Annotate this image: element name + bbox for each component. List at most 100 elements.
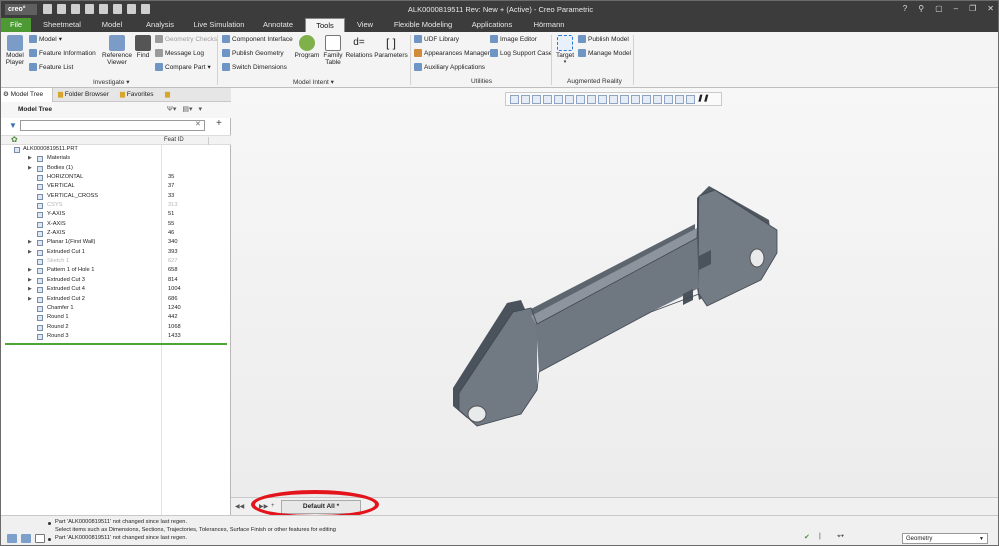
tab-folder-browser[interactable]: ▆ Folder Browser (56, 88, 114, 102)
expand-arrow-icon[interactable]: ▶ (28, 266, 32, 275)
settings-icon[interactable]: ▾ (199, 105, 203, 113)
expand-arrow-icon[interactable]: ▶ (28, 276, 32, 285)
show-icon[interactable]: ▤▾ (182, 105, 192, 113)
find-button[interactable]: Find (135, 35, 151, 59)
tree-item[interactable]: ▶ Bodies (1) (1, 164, 231, 173)
tree-item[interactable]: ▶ Planar 1(First Wall) 340 (1, 238, 231, 247)
appearances-manager-button[interactable]: Appearances Manager (414, 49, 490, 57)
tree-item[interactable]: Round 2 1068 (1, 323, 231, 332)
expand-arrow-icon[interactable]: ▶ (28, 164, 32, 173)
tab-annotate[interactable]: Annotate (257, 18, 299, 32)
restore-icon[interactable]: ▢ (935, 4, 943, 13)
tree-item[interactable]: VERTICAL 37 (1, 182, 231, 191)
tab-live-simulation[interactable]: Live Simulation (189, 18, 249, 32)
model-dropdown[interactable]: Model ▾ (29, 35, 62, 43)
switch-dimensions-button[interactable]: Switch Dimensions (222, 63, 287, 71)
tree-item[interactable]: ▶ Extruded Cut 2 686 (1, 295, 231, 304)
tree-item[interactable]: ▶ Extruded Cut 4 1004 (1, 285, 231, 294)
program-button[interactable]: Program (293, 35, 321, 59)
tab-favorites[interactable]: ▆ Favorites (118, 88, 160, 102)
tree-item[interactable]: ALK0000819511.PRT (1, 145, 231, 154)
tree-item[interactable]: X-AXIS 55 (1, 220, 231, 229)
tab-view[interactable]: View (351, 18, 379, 32)
component-interface-button[interactable]: Component Interface (222, 35, 293, 43)
auxiliary-applications-button[interactable]: Auxiliary Applications (414, 63, 485, 71)
tab-model[interactable]: Model (93, 18, 131, 32)
parameters-button[interactable]: [ ] Parameters (373, 35, 409, 59)
expand-arrow-icon[interactable]: ▶ (28, 154, 32, 163)
feat-id-column[interactable]: Feat ID (164, 137, 184, 143)
filter-icon[interactable]: ▼ (9, 121, 17, 130)
tab-applications[interactable]: Applications (467, 18, 517, 32)
tree-item[interactable]: Round 1 442 (1, 313, 231, 322)
feature-information-button[interactable]: Feature Information (29, 49, 96, 57)
clear-search-icon[interactable]: ✕ (195, 120, 201, 128)
feat-id-value: 442 (168, 314, 178, 321)
manage-model-button[interactable]: Manage Model (578, 49, 631, 57)
minimize-icon[interactable]: – (954, 4, 958, 13)
tree-item[interactable]: ▶ Extruded Cut 1 393 (1, 248, 231, 257)
tab-extra[interactable]: ▆ (163, 88, 175, 102)
part-model[interactable] (231, 88, 999, 497)
full-screen-icon[interactable] (35, 534, 45, 543)
tree-item[interactable]: Sketch 1 627 (1, 257, 231, 266)
smart-select-icon[interactable]: ⌖▾ (837, 533, 844, 541)
tree-item[interactable]: ▶ Pattern 1 of Hole 1 658 (1, 266, 231, 275)
tree-item[interactable]: Chamfer 1 1240 (1, 304, 231, 313)
insert-here-marker[interactable] (5, 343, 227, 345)
family-table-button[interactable]: Family Table (321, 35, 345, 66)
tab-analysis[interactable]: Analysis (139, 18, 181, 32)
publish-model-button[interactable]: Publish Model (578, 35, 629, 43)
investigate-group-label[interactable]: Investigate ▾ (93, 78, 130, 86)
tab-file[interactable]: File (1, 18, 31, 32)
ribbon: Model Player Model ▾ Feature Information… (1, 32, 998, 88)
udf-library-button[interactable]: UDF Library (414, 35, 459, 43)
publish-geometry-button[interactable]: Publish Geometry (222, 49, 284, 57)
tab-flexible-modeling[interactable]: Flexible Modeling (389, 18, 457, 32)
feat-id-value: 46 (168, 230, 175, 237)
expand-arrow-icon[interactable]: ▶ (28, 248, 32, 257)
log-support-case-button[interactable]: Log Support Case (490, 49, 552, 57)
compare-part-button[interactable]: Compare Part ▾ (155, 63, 211, 71)
expand-arrow-icon[interactable]: ▶ (28, 295, 32, 304)
tree-item[interactable]: VERTICAL_CROSS 33 (1, 192, 231, 201)
selection-filter-select[interactable]: Geometry ▼ (902, 533, 988, 544)
search-icon[interactable]: ⚲ (918, 4, 924, 13)
expand-arrow-icon[interactable]: ▶ (28, 238, 32, 247)
settings-gear-icon[interactable]: ✿ (11, 135, 21, 144)
tree-item[interactable]: HORIZONTAL 35 (1, 173, 231, 182)
target-button[interactable]: Target ▾ (554, 35, 576, 66)
navigator-toggle-icon[interactable] (7, 534, 17, 543)
feature-list-button[interactable]: Feature List (29, 63, 73, 71)
graphics-area[interactable]: ❚❚ (231, 88, 999, 497)
tree-item-label: Y-AXIS (47, 211, 66, 218)
model-player-button[interactable]: Model Player (5, 35, 25, 66)
tree-item[interactable]: ▶ Extruded Cut 3 814 (1, 276, 231, 285)
message-log-button[interactable]: Message Log (155, 49, 204, 57)
tree-item[interactable]: Round 3 1433 (1, 332, 231, 341)
image-editor-button[interactable]: Image Editor (490, 35, 537, 43)
geometry-checks-button[interactable]: Geometry Checks (155, 35, 217, 43)
model-tree-search-input[interactable] (20, 120, 205, 131)
reference-viewer-button[interactable]: Reference Viewer (101, 35, 133, 66)
favorites-icon: ▆ (120, 91, 125, 98)
model-intent-group-label[interactable]: Model Intent ▾ (293, 78, 334, 86)
close-icon[interactable]: ✕ (987, 4, 994, 13)
regenerate-status-icon[interactable]: ✔ (804, 533, 810, 541)
expand-arrow-icon[interactable]: ▶ (28, 285, 32, 294)
help-icon[interactable]: ? (903, 4, 907, 13)
tree-item[interactable]: CSYS 313 (1, 201, 231, 210)
tab-model-tree[interactable]: ⚙ Model Tree (1, 88, 53, 102)
tab-tools[interactable]: Tools (305, 18, 345, 32)
tree-item[interactable]: ▶ Materials (1, 154, 231, 163)
tree-item[interactable]: Z-AXIS 46 (1, 229, 231, 238)
first-sheet-icon[interactable]: ◀◀ (235, 503, 244, 510)
relations-button[interactable]: d= Relations (345, 35, 373, 59)
tab-sheetmetal[interactable]: Sheetmetal (39, 18, 85, 32)
tab-hormann[interactable]: Hörmann (527, 18, 571, 32)
tree-filters-icon[interactable]: Ψ▾ (167, 105, 176, 113)
tree-item[interactable]: Y-AXIS 51 (1, 210, 231, 219)
add-column-icon[interactable]: + (216, 118, 222, 129)
browser-toggle-icon[interactable] (21, 534, 31, 543)
maximize-icon[interactable]: ❐ (969, 4, 976, 13)
